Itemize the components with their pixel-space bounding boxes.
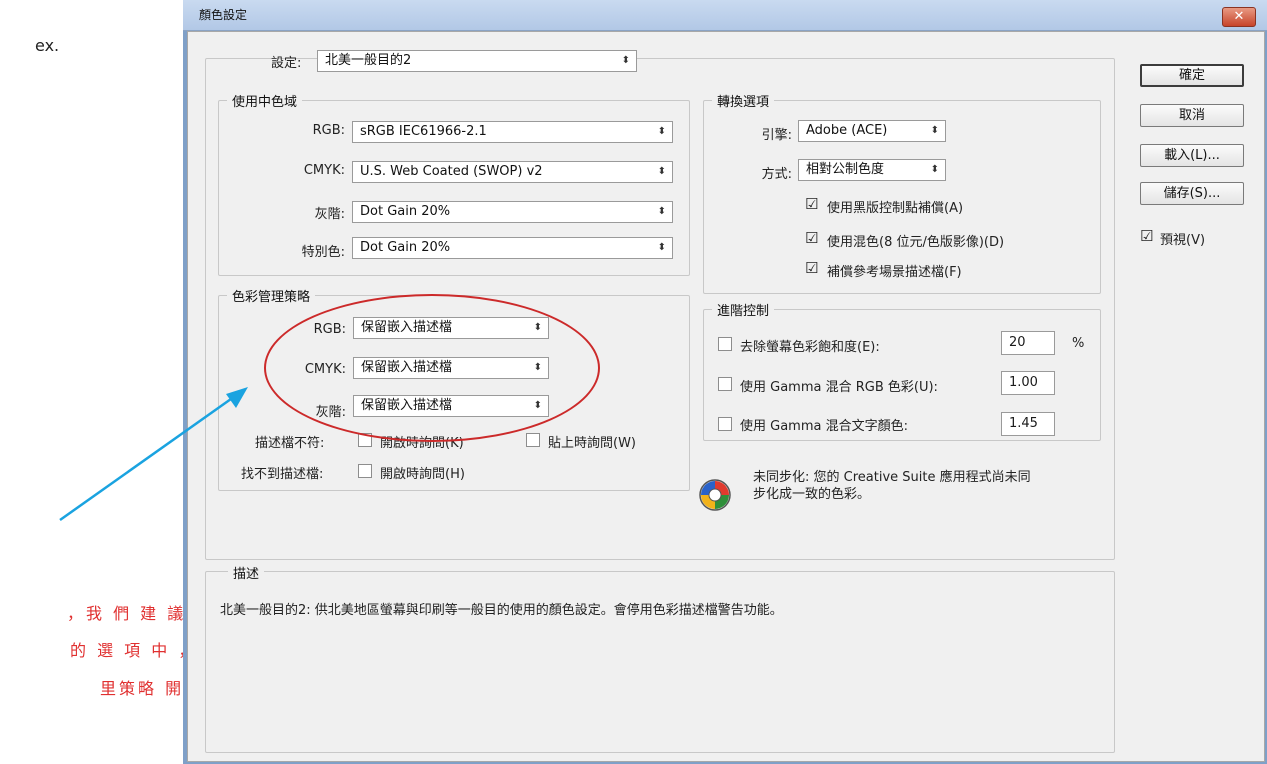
- arrow-head-icon: [226, 387, 248, 408]
- arrow-shaft: [59, 392, 239, 522]
- annotation-arrow: [59, 387, 248, 522]
